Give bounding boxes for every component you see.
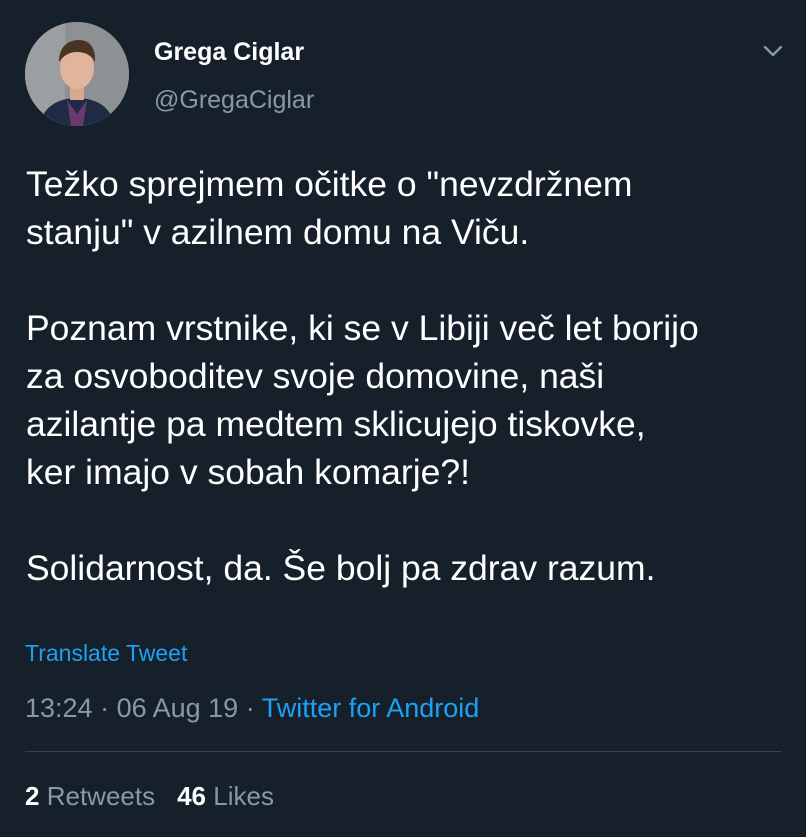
retweets-label: Retweets — [46, 781, 156, 811]
tweet-paragraph: Solidarnost, da. Še bolj pa zdrav razum. — [26, 544, 796, 592]
engagement-stats: 2 Retweets 46 Likes — [25, 781, 274, 812]
retweets-stat[interactable]: 2 Retweets — [25, 781, 155, 811]
tweet-line: za osvoboditev svoje domovine, naši — [26, 356, 605, 396]
tweet-metadata: 13:24 · 06 Aug 19 · Twitter for Android — [25, 693, 479, 724]
meta-separator: · — [92, 693, 117, 723]
tweet-line: stanju" v azilnem domu na Viču. — [26, 212, 530, 252]
retweets-count: 2 — [25, 781, 40, 811]
tweet-line: azilantje pa medtem sklicujejo tiskovke, — [26, 404, 646, 444]
tweet-date: 06 Aug 19 — [116, 693, 239, 723]
tweet-line: Težko sprejmem očitke o "nevzdržnem — [26, 164, 633, 204]
tweet-line: ker imajo v sobah komarje?! — [26, 452, 470, 492]
likes-stat[interactable]: 46 Likes — [177, 781, 274, 811]
author-display-name[interactable]: Grega Ciglar — [154, 38, 304, 67]
tweet-paragraph: Poznam vrstnike, ki se v Libiji več let … — [26, 304, 796, 496]
likes-label: Likes — [213, 781, 274, 811]
tweet-line: Poznam vrstnike, ki se v Libiji več let … — [26, 308, 699, 348]
tweet-time: 13:24 — [25, 693, 93, 723]
meta-separator: · — [238, 693, 262, 723]
tweet-line: Solidarnost, da. Še bolj pa zdrav razum. — [26, 548, 656, 588]
chevron-down-icon[interactable] — [758, 38, 788, 64]
likes-count: 46 — [177, 781, 207, 811]
author-handle[interactable]: @GregaCiglar — [154, 86, 314, 115]
translate-tweet-link[interactable]: Translate Tweet — [25, 640, 187, 667]
avatar-photo — [25, 22, 129, 126]
tweet-paragraph: Težko sprejmem očitke o "nevzdržnem stan… — [26, 160, 796, 256]
divider — [25, 751, 781, 752]
tweet-source-link[interactable]: Twitter for Android — [262, 693, 480, 723]
tweet-text: Težko sprejmem očitke o "nevzdržnem stan… — [26, 160, 796, 592]
tweet-detail: Grega Ciglar @GregaCiglar Težko sprejmem… — [0, 0, 806, 837]
avatar[interactable] — [25, 22, 129, 126]
